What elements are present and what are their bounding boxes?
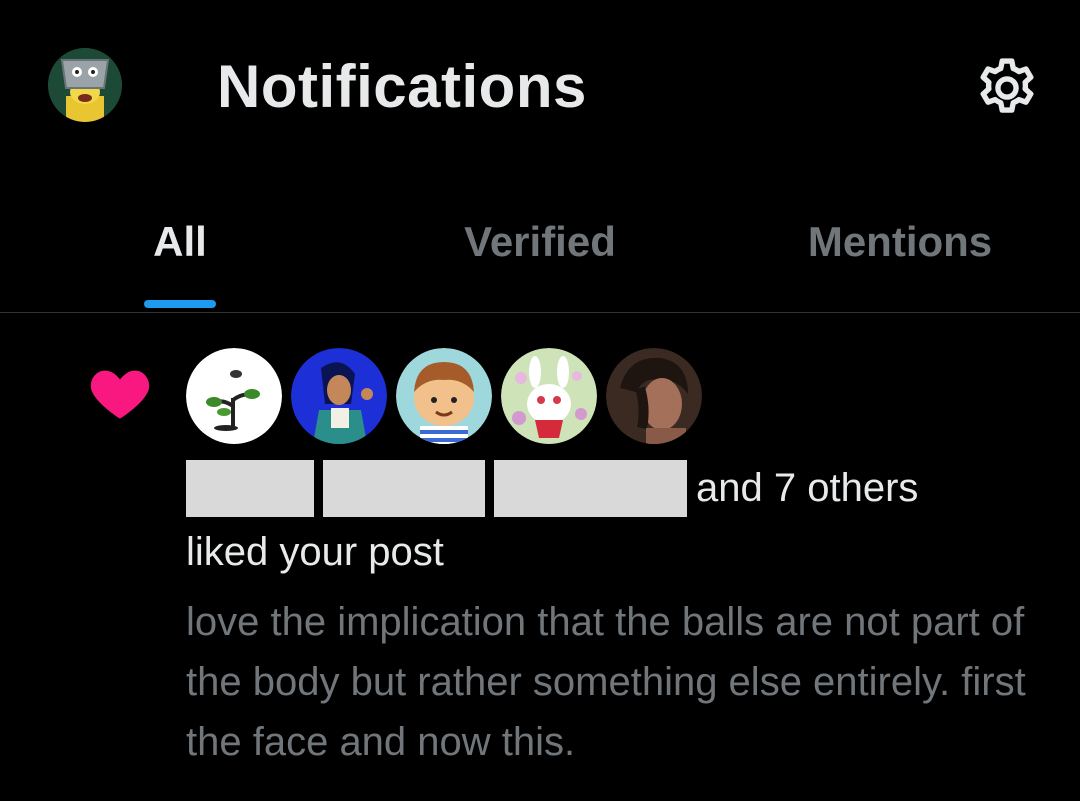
tab-verified-label: Verified xyxy=(464,218,616,265)
notification-action: liked your post xyxy=(186,530,444,574)
liker-avatar[interactable] xyxy=(186,348,282,444)
liker-avatar[interactable] xyxy=(606,348,702,444)
tab-mentions[interactable]: Mentions xyxy=(780,218,1020,312)
heart-icon xyxy=(88,362,152,422)
liker-avatar[interactable] xyxy=(501,348,597,444)
redacted-name[interactable] xyxy=(494,460,687,517)
profile-avatar[interactable] xyxy=(48,48,122,122)
tab-all[interactable]: All xyxy=(100,218,260,312)
gear-icon[interactable] xyxy=(973,54,1041,122)
liker-names: and 7 others xyxy=(186,460,1046,518)
tab-verified[interactable]: Verified xyxy=(420,218,660,312)
tab-all-label: All xyxy=(153,218,207,265)
tab-mentions-label: Mentions xyxy=(807,218,993,265)
page-title: Notifications xyxy=(217,53,587,120)
top-bar: Notifications xyxy=(0,0,1080,175)
liker-avatar[interactable] xyxy=(291,348,387,444)
active-tab-indicator xyxy=(144,300,216,308)
redacted-name[interactable] xyxy=(323,460,485,517)
redacted-name[interactable] xyxy=(186,460,314,517)
like-notification[interactable]: and 7 others liked your post love the im… xyxy=(0,312,1080,801)
notification-tabs: All Verified Mentions xyxy=(0,200,1080,313)
post-snippet[interactable]: love the implication that the balls are … xyxy=(186,592,1056,772)
profile-avatar-image xyxy=(48,48,122,122)
liker-avatar[interactable] xyxy=(396,348,492,444)
others-count[interactable]: and 7 others xyxy=(696,466,918,511)
